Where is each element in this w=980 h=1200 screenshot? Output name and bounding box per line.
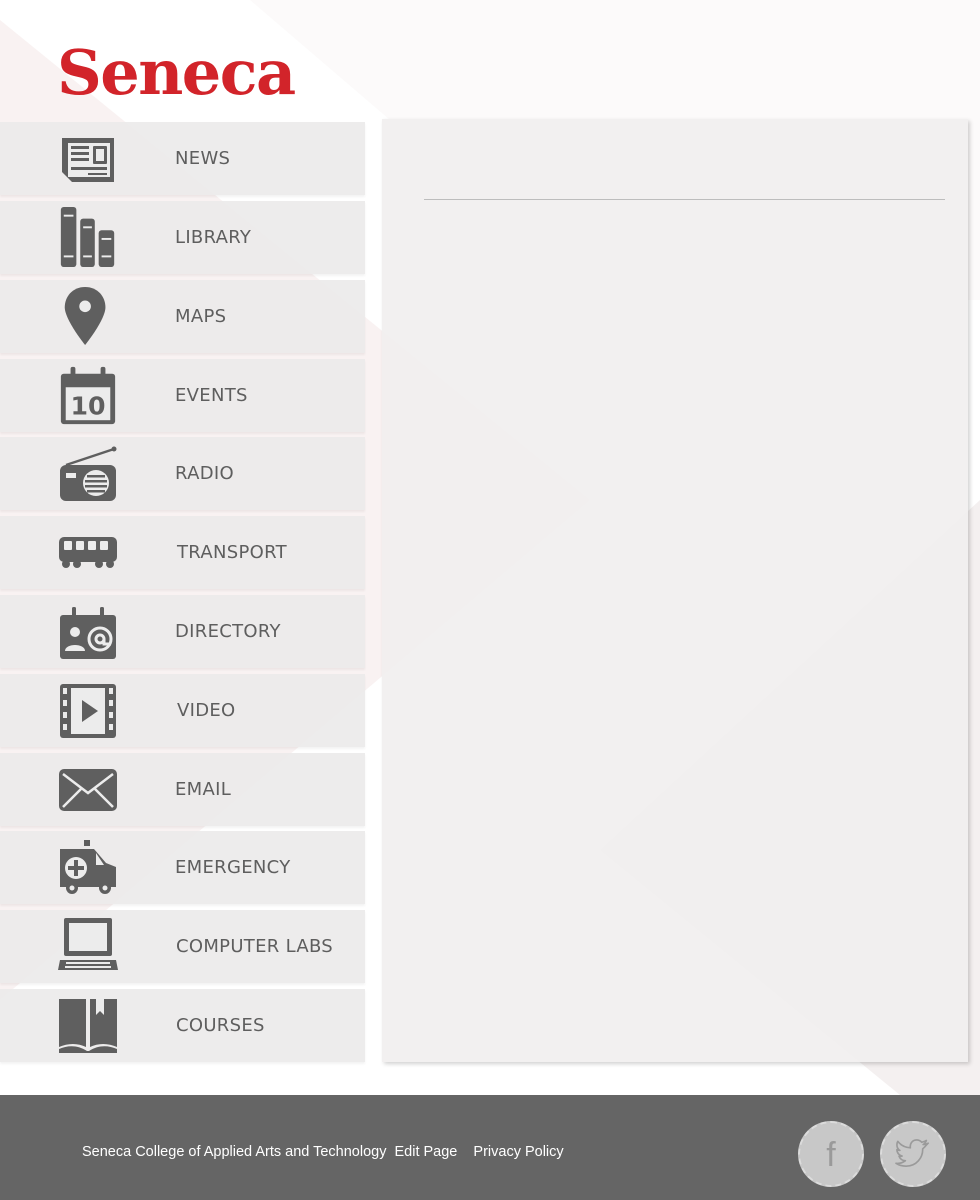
contact-card-icon [58, 603, 118, 659]
nav-item-events[interactable]: 10 EVENTS [0, 359, 365, 432]
facebook-icon: f [826, 1136, 836, 1174]
nav-item-computer-labs[interactable]: COMPUTER LABS [0, 910, 365, 983]
nav-label-maps: MAPS [175, 306, 227, 327]
nav-label-emergency: EMERGENCY [175, 857, 291, 878]
twitter-icon [895, 1139, 930, 1168]
film-play-icon [58, 682, 118, 738]
map-pin-icon [58, 286, 118, 346]
content-divider [424, 199, 945, 200]
seneca-logo[interactable]: Seneca [57, 42, 296, 104]
nav-item-maps[interactable]: MAPS [0, 280, 365, 353]
calendar-icon: 10 [58, 366, 118, 425]
radio-icon [58, 445, 118, 501]
books-icon [58, 206, 118, 268]
nav-item-radio[interactable]: RADIO [0, 437, 365, 510]
nav-item-video[interactable]: VIDEO [0, 674, 365, 747]
nav-label-courses: COURSES [176, 1015, 265, 1036]
footer-college-name: Seneca College of Applied Arts and Techn… [82, 1144, 387, 1160]
nav-label-radio: RADIO [175, 463, 234, 484]
newspaper-icon [58, 130, 118, 186]
nav-label-events: EVENTS [175, 385, 248, 406]
nav-item-courses[interactable]: COURSES [0, 989, 365, 1062]
nav-label-transport: TRANSPORT [177, 542, 287, 563]
laptop-icon [58, 918, 118, 974]
nav-item-transport[interactable]: TRANSPORT [0, 516, 365, 589]
nav-item-emergency[interactable]: EMERGENCY [0, 831, 365, 904]
page-footer: Seneca College of Applied Arts and Techn… [0, 1095, 980, 1200]
svg-text:10: 10 [70, 391, 105, 420]
facebook-button[interactable]: f [798, 1121, 864, 1187]
nav-label-news: NEWS [175, 148, 231, 169]
nav-item-email[interactable]: EMAIL [0, 753, 365, 826]
envelope-icon [58, 761, 118, 817]
edit-page-link[interactable]: Edit Page [394, 1144, 457, 1160]
twitter-button[interactable] [880, 1121, 946, 1187]
nav-label-email: EMAIL [175, 779, 232, 800]
open-book-icon [58, 997, 118, 1053]
nav-item-library[interactable]: LIBRARY [0, 201, 365, 274]
svg-text:f: f [826, 1136, 836, 1174]
content-panel [382, 119, 968, 1062]
nav-item-directory[interactable]: DIRECTORY [0, 595, 365, 668]
nav-label-directory: DIRECTORY [175, 621, 281, 642]
nav-item-news[interactable]: NEWS [0, 122, 365, 195]
nav-label-computer-labs: COMPUTER LABS [176, 936, 334, 957]
ambulance-icon [58, 839, 118, 895]
bus-icon [58, 524, 118, 580]
nav-label-video: VIDEO [177, 700, 236, 721]
footer-links: Seneca College of Applied Arts and Techn… [82, 1144, 564, 1160]
nav-label-library: LIBRARY [175, 227, 252, 248]
privacy-policy-link[interactable]: Privacy Policy [473, 1144, 563, 1160]
